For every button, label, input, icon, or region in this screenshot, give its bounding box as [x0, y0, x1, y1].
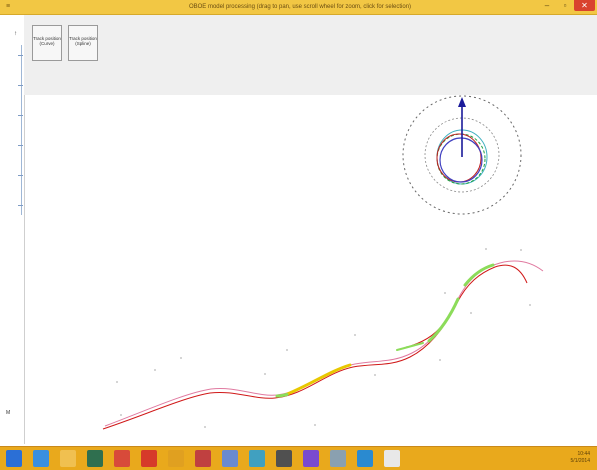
- scatter-point: [116, 381, 118, 383]
- clock-date: 5/1/2014: [570, 458, 590, 464]
- visual-studio-icon[interactable]: [303, 450, 319, 467]
- compass-north-arrow-icon: [458, 97, 466, 107]
- taskbar: 10:44 5/1/2014: [0, 446, 597, 470]
- left-bottom-label: M: [6, 410, 11, 416]
- scatter-point: [314, 424, 316, 426]
- app-icon-7[interactable]: [276, 450, 292, 467]
- compass-blue-ring: [439, 137, 483, 183]
- scatter-point: [154, 369, 156, 371]
- compass-red-ring: [436, 133, 482, 183]
- scroll-up-icon[interactable]: ↑: [14, 31, 17, 37]
- track-curve-button[interactable]: Track position (Curve): [32, 25, 62, 61]
- scatter-point: [444, 292, 446, 294]
- app-window: ≡ OBOE model processing (drag to pan, us…: [0, 0, 597, 470]
- model-canvas[interactable]: [25, 95, 597, 444]
- app-icon-1[interactable]: [87, 450, 103, 467]
- window-title: OBOE model processing (drag to pan, use …: [188, 4, 412, 10]
- ruler-tick: [18, 145, 23, 146]
- scatter-point: [520, 249, 522, 251]
- track-curve-pink: [104, 260, 544, 427]
- app-icon-5[interactable]: [222, 450, 238, 467]
- scatter-point: [180, 357, 182, 359]
- explorer-icon[interactable]: [60, 450, 76, 467]
- left-panel: ↑ M: [0, 15, 25, 444]
- ruler-tick: [18, 55, 23, 56]
- system-tray[interactable]: 10:44 5/1/2014: [520, 451, 594, 466]
- track-spline-button[interactable]: Track position (Spline): [68, 25, 98, 61]
- ruler-tick: [18, 175, 23, 176]
- scatter-point: [354, 334, 356, 336]
- left-ruler: [21, 45, 22, 215]
- highlight-green-segment[interactable]: [275, 393, 289, 398]
- app-icon-10[interactable]: [384, 450, 400, 467]
- scatter-point: [374, 374, 376, 376]
- app-icon-9[interactable]: [357, 450, 373, 467]
- scatter-points: [116, 248, 531, 428]
- scatter-point: [120, 414, 122, 416]
- scatter-point: [470, 312, 472, 314]
- scatter-point: [485, 248, 487, 250]
- start-icon[interactable]: [6, 450, 22, 467]
- app-icon-8[interactable]: [330, 450, 346, 467]
- app-icon-4[interactable]: [195, 450, 211, 467]
- clock[interactable]: 10:44 5/1/2014: [571, 451, 590, 465]
- compass-widget[interactable]: [402, 95, 522, 215]
- ruler-tick: [18, 85, 23, 86]
- ruler-tick: [18, 115, 23, 116]
- compass-green-ring: [436, 133, 486, 185]
- chrome-icon[interactable]: [114, 450, 130, 467]
- scatter-point: [264, 373, 266, 375]
- ie-icon[interactable]: [33, 450, 49, 467]
- highlight-yellow-segment[interactable]: [283, 363, 352, 397]
- scatter-point: [439, 359, 441, 361]
- scatter-point: [286, 349, 288, 351]
- minimize-button[interactable]: –: [538, 0, 556, 11]
- toolbar: Track position (Curve) Track position (S…: [24, 15, 597, 95]
- system-menu-icon[interactable]: ≡: [4, 3, 12, 11]
- ruler-tick: [18, 205, 23, 206]
- app-icon-2[interactable]: [141, 450, 157, 467]
- maximize-button[interactable]: ▫: [556, 0, 574, 11]
- highlight-green-segment[interactable]: [463, 263, 495, 287]
- app-icon-3[interactable]: [168, 450, 184, 467]
- clock-time: 10:44: [577, 451, 590, 457]
- model-view-svg[interactable]: [25, 95, 597, 444]
- scatter-point: [204, 426, 206, 428]
- highlight-green-segment[interactable]: [427, 297, 460, 343]
- title-bar[interactable]: ≡ OBOE model processing (drag to pan, us…: [0, 0, 597, 15]
- scatter-point: [529, 304, 531, 306]
- app-icon-6[interactable]: [249, 450, 265, 467]
- close-button[interactable]: ✕: [574, 0, 595, 11]
